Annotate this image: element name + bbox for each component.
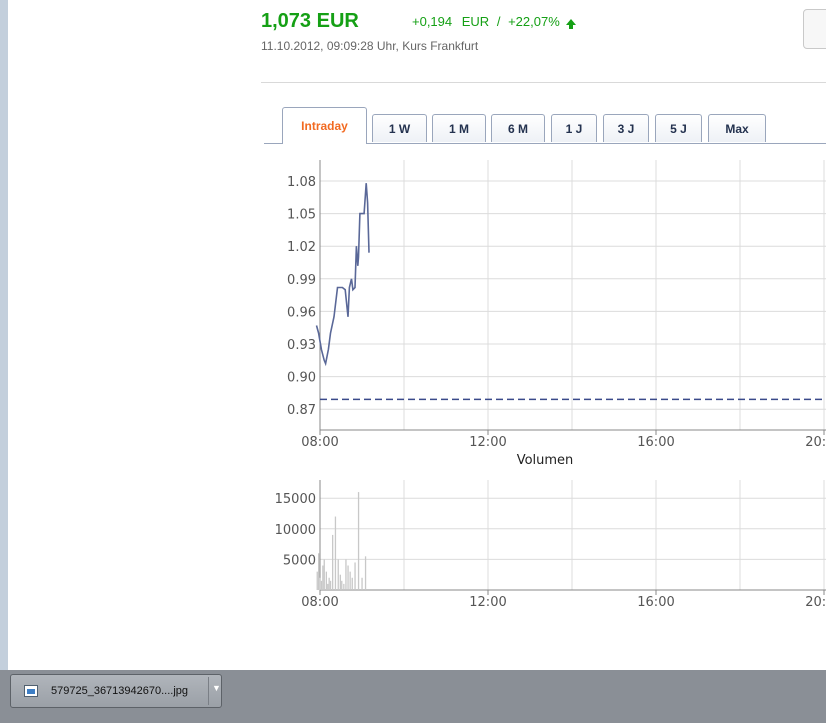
- y-tick-label: 15000: [275, 492, 316, 507]
- volume-bar: [345, 559, 347, 590]
- y-tick-label: 0.93: [287, 338, 316, 353]
- x-tick-label: 12:00: [469, 595, 506, 610]
- volume-bar: [325, 571, 327, 590]
- x-tick-label: 08:00: [301, 595, 338, 610]
- charts-area: 1.08 1.05 1.02 0.99 0.96 0.93 0.90 0.87 08:00 12:…: [275, 160, 826, 610]
- price-chart: 1.08 1.05 1.02 0.99 0.96 0.93 0.90 0.87 08:00 12:…: [287, 160, 826, 450]
- x-tick-label: 20:00: [805, 595, 826, 610]
- volume-bar: [354, 562, 356, 590]
- price-series-line: [315, 183, 370, 367]
- volume-bar: [320, 580, 323, 590]
- y-tick-label: 10000: [275, 523, 316, 538]
- volume-bar: [316, 571, 318, 590]
- y-tick-label: 0.90: [287, 371, 316, 386]
- y-tick-label: 0.87: [287, 403, 316, 418]
- x-tick-label: 20:00: [805, 435, 826, 450]
- volume-bar: [357, 492, 360, 590]
- volume-bar: [322, 565, 324, 590]
- y-tick-label: 1.08: [287, 175, 316, 190]
- download-item-separator: [208, 677, 209, 705]
- volume-bar: [318, 553, 320, 590]
- volume-bar: [347, 565, 349, 590]
- download-filename: 579725_36713942670....jpg: [51, 685, 189, 697]
- y-tick-label: 0.96: [287, 305, 316, 320]
- volume-bar: [328, 577, 330, 590]
- window-left-border: [0, 0, 8, 723]
- volume-bar: [341, 580, 343, 590]
- volume-bar: [332, 534, 334, 590]
- volume-title: Volumen: [517, 453, 574, 468]
- x-tick-label: 12:00: [469, 435, 506, 450]
- volume-bar: [329, 580, 332, 590]
- y-tick-label: 5000: [283, 553, 316, 568]
- x-tick-label: 16:00: [637, 595, 674, 610]
- chevron-down-icon[interactable]: ▼: [212, 683, 221, 693]
- volume-bar: [349, 571, 351, 590]
- volume-chart: 15000 10000 5000 08:00 12:00 16:00 20:00: [275, 480, 826, 610]
- browser-page: 1,073 EUR +0,194 EUR / +22,07% 11.10.201…: [8, 0, 826, 670]
- volume-bar: [337, 559, 339, 590]
- volume-bar: [323, 559, 325, 590]
- volume-bar: [319, 577, 321, 590]
- volume-bar: [343, 583, 345, 590]
- volume-bar: [364, 556, 367, 590]
- y-tick-label: 0.99: [287, 273, 316, 288]
- volume-bar: [361, 577, 363, 590]
- volume-bar: [339, 574, 341, 590]
- volume-bar: [351, 577, 353, 590]
- volume-bar: [334, 516, 337, 590]
- x-tick-label: 08:00: [301, 435, 338, 450]
- download-item[interactable]: 579725_36713942670....jpg ▼: [10, 674, 222, 708]
- volume-bar: [327, 583, 329, 590]
- y-tick-label: 1.02: [287, 240, 316, 255]
- image-file-icon: [24, 685, 38, 697]
- x-tick-label: 16:00: [637, 435, 674, 450]
- y-tick-label: 1.05: [287, 208, 316, 223]
